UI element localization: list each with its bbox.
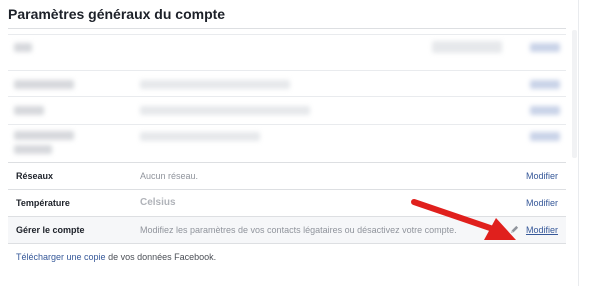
download-copy-footer: Télécharger une copie de vos données Fac…	[16, 252, 216, 262]
page-scrollbar-track[interactable]	[578, 0, 579, 286]
edit-manage-account-link[interactable]: Modifier	[526, 225, 558, 235]
row-label-temperature: Température	[16, 198, 70, 208]
row-value-temperature: Celsius	[140, 197, 176, 208]
redacted-row-contact	[8, 96, 566, 125]
title-divider	[8, 28, 566, 29]
edit-networks-link[interactable]: Modifier	[526, 171, 558, 181]
redacted-row-advertising	[8, 124, 566, 161]
redacted-row-username	[8, 70, 566, 99]
row-label-manage-account: Gérer le compte	[16, 225, 85, 235]
redacted-row-name	[8, 34, 566, 63]
download-copy-text: de vos données Facebook.	[105, 252, 217, 262]
page-scrollbar-thumb[interactable]	[572, 30, 577, 158]
row-value-networks: Aucun réseau.	[140, 171, 199, 181]
settings-row-networks: Réseaux Aucun réseau. Modifier	[8, 163, 566, 189]
row-label-networks: Réseaux	[16, 171, 54, 181]
red-arrow-icon	[411, 199, 516, 240]
page-title: Paramètres généraux du compte	[8, 6, 226, 22]
download-copy-link[interactable]: Télécharger une copie	[16, 252, 106, 262]
edit-temperature-link[interactable]: Modifier	[526, 198, 558, 208]
